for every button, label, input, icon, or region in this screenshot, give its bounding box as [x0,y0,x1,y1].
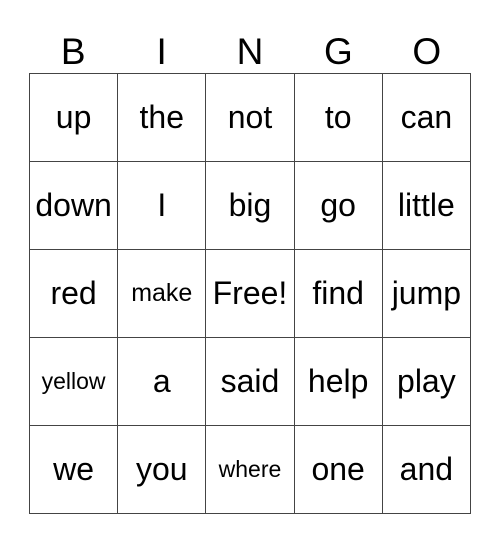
bingo-cell: help [293,337,383,426]
header-letter-o: O [412,31,442,72]
bingo-cell: one [293,425,383,514]
bingo-cell: to [293,73,383,162]
bingo-cell: down [28,161,119,250]
header-letter-g: G [323,31,353,72]
bingo-header: B I N G O [29,30,471,74]
header-letter-i: I [156,31,167,72]
bingo-cell: I [117,161,207,250]
bingo-cell: you [117,425,207,514]
bingo-cell: big [205,161,295,250]
bingo-cell: can [381,73,472,162]
bingo-cell: play [381,337,472,426]
bingo-row: we you where one and [28,425,472,514]
bingo-cell: find [293,249,383,338]
bingo-cell: not [205,73,295,162]
bingo-cell: yellow [28,337,119,426]
bingo-cell: little [381,161,472,250]
bingo-cell: Free! [205,249,295,338]
bingo-cell: jump [381,249,472,338]
bingo-row: red make Free! find jump [28,249,472,338]
bingo-row: down Ibig go little [28,161,472,250]
bingo-cell: said [205,337,295,426]
bingo-cell: make [117,249,207,338]
bingo-cell: we [28,425,119,514]
bingo-cell: go [293,161,383,250]
bingo-cell: a [117,337,207,426]
header-letter-b: B [60,31,86,72]
bingo-row: up the not to can [28,73,472,162]
bingo-cell: and [381,425,472,514]
bingo-cell: red [28,249,119,338]
bingo-grid: up the not to can down Ibig go little red make Free… [28,73,472,514]
bingo-row: yellow a said help play [28,337,472,426]
bingo-cell: where [205,425,295,514]
bingo-cell: the [117,73,207,162]
header-letter-n: N [236,31,264,72]
bingo-cell: up [28,73,119,162]
